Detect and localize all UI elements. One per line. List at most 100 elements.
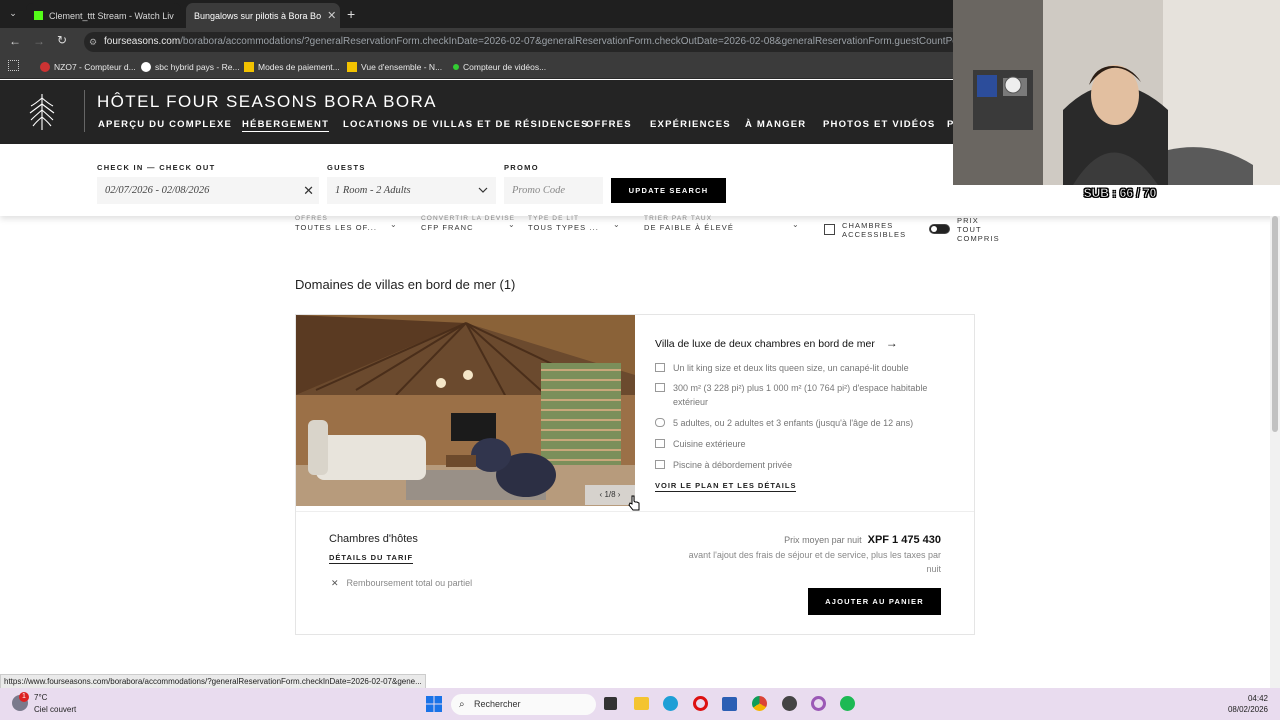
all-inclusive-price-toggle[interactable] (929, 224, 950, 234)
windows-start-icon[interactable] (426, 696, 442, 712)
forward-arrow-icon[interactable]: → (33, 34, 45, 48)
update-search-button[interactable]: UPDATE SEARCH (611, 178, 726, 203)
next-photo-icon[interactable]: › (618, 490, 621, 499)
tab-list-chevron-icon[interactable]: ⌄ (6, 8, 20, 20)
clock-date[interactable]: 08/02/2026 (1200, 705, 1268, 714)
price-label: Prix moyen par nuit (784, 535, 862, 545)
villa-title-link[interactable]: Villa de luxe de deux chambres en bord d… (655, 336, 898, 350)
bookmark-favicon-icon (347, 61, 357, 72)
filter-bed-type[interactable]: TYPE DE LIT TOUS TYPES ... (528, 214, 599, 232)
opera-icon[interactable] (693, 696, 708, 711)
weather-icon[interactable]: 1 (12, 692, 29, 711)
nav-experiences[interactable]: EXPÉRIENCES (650, 119, 731, 130)
address-bar[interactable]: ⚙ fourseasons.com/borabora/accommodation… (84, 32, 964, 52)
tab-close-icon[interactable]: ✕ (174, 9, 181, 22)
nav-locations-villas[interactable]: LOCATIONS DE VILLAS ET DE RÉSIDENCES (343, 119, 589, 130)
chevron-down-icon: ⌄ (792, 220, 799, 229)
notification-badge: 1 (19, 692, 29, 702)
label-line: PRIX (957, 216, 979, 225)
photo-counter-text: 1/8 (604, 490, 616, 499)
filter-currency[interactable]: CONVERTIR LA DEVISE CFP FRANC (421, 214, 515, 232)
feature-text: Cuisine extérieure (673, 439, 746, 449)
nav-apercu[interactable]: APERÇU DU COMPLEXE (98, 119, 232, 130)
label-line: ACCESSIBLES (842, 230, 907, 239)
filter-caption: CONVERTIR LA DEVISE (421, 215, 516, 222)
promo-code-input[interactable]: Promo Code (504, 177, 603, 204)
chevron-down-icon (478, 187, 488, 193)
promo-label: PROMO (504, 163, 539, 172)
scrollbar-thumb[interactable] (1272, 216, 1278, 432)
webcam-overlay (953, 0, 1280, 185)
app-icon[interactable] (811, 696, 826, 711)
bookmark-compteur[interactable]: Compteur de vidéos... (453, 58, 546, 75)
weather-condition: Ciel couvert (34, 705, 77, 714)
average-price: Prix moyen par nuit XPF 1 475 430 (660, 534, 941, 546)
new-tab-plus-icon[interactable]: + (347, 6, 355, 22)
hand-cursor-icon (628, 495, 640, 511)
price-value: XPF 1 475 430 (867, 534, 941, 546)
pool-icon (655, 460, 665, 469)
dates-field[interactable]: 02/07/2026 - 02/08/2026 ✕ (97, 177, 319, 204)
apps-grid-icon[interactable] (8, 60, 19, 71)
all-inclusive-price-label: PRIX TOUT COMPRIS (957, 216, 1000, 243)
bookmark-label: Modes de paiement... (258, 61, 340, 72)
chevron-down-icon: ⌄ (508, 220, 515, 229)
accessible-rooms-checkbox[interactable] (824, 224, 835, 235)
feature-text: 300 m² (3 228 pi²) plus 1 000 m² (10 764… (673, 383, 928, 407)
edge-icon[interactable] (663, 696, 678, 711)
hotel-name[interactable]: HÔTEL FOUR SEASONS BORA BORA (97, 92, 437, 112)
reload-icon[interactable]: ↻ (57, 33, 67, 47)
filter-caption: TYPE DE LIT (528, 215, 580, 222)
four-seasons-tree-logo-icon[interactable] (27, 92, 57, 132)
temperature: 7°C (34, 693, 48, 702)
bookmark-sbc[interactable]: sbc hybrid pays - Re... (141, 58, 240, 75)
tab-title: Clement_ttt Stream - Watch Liv (49, 10, 174, 21)
clear-dates-icon[interactable]: ✕ (303, 177, 314, 204)
header-divider (84, 90, 85, 132)
bookmark-label: sbc hybrid pays - Re... (155, 61, 240, 72)
taskbar-search[interactable]: ⌕ Rechercher (451, 694, 596, 715)
nav-hebergement[interactable]: HÉBERGEMENT (242, 119, 330, 132)
prev-photo-icon[interactable]: ‹ (600, 490, 603, 499)
rate-details-link[interactable]: DÉTAILS DU TARIF (329, 553, 414, 564)
bookmark-label: Vue d'ensemble - N... (361, 61, 443, 72)
store-icon[interactable] (722, 697, 737, 711)
file-explorer-icon[interactable] (634, 697, 649, 710)
nav-a-manger[interactable]: À MANGER (745, 119, 806, 130)
spotify-icon[interactable] (840, 696, 855, 711)
filter-value: TOUTES LES OF... (295, 223, 378, 232)
card-divider (296, 511, 974, 512)
feature-kitchen: Cuisine extérieure (655, 437, 955, 451)
tab-fourseasons[interactable]: Bungalows sur pilotis à Bora Bo ✕ (186, 3, 340, 28)
bed-icon (655, 363, 665, 372)
bookmark-paiement[interactable]: Modes de paiement... (244, 58, 340, 75)
bookmark-nzo7[interactable]: NZO7 - Compteur d... (40, 58, 136, 75)
guests-select[interactable]: 1 Room - 2 Adults (327, 177, 496, 204)
task-view-icon[interactable] (604, 697, 617, 710)
url-domain: fourseasons.com (104, 36, 181, 47)
feature-beds: Un lit king size et deux lits queen size… (655, 361, 955, 375)
dates-value: 02/07/2026 - 02/08/2026 (105, 185, 210, 196)
filter-sort[interactable]: TRIER PAR TAUX DE FAIBLE À ÉLEVÉ (644, 214, 734, 232)
search-icon: ⌕ (459, 699, 465, 710)
site-info-icon[interactable]: ⚙ (89, 32, 97, 52)
nav-offres[interactable]: OFFRES (586, 119, 632, 130)
feature-guests: 5 adultes, ou 2 adultes et 3 enfants (ju… (655, 416, 955, 430)
bookmark-vue[interactable]: Vue d'ensemble - N... (347, 58, 442, 75)
view-plan-link[interactable]: VOIR LE PLAN ET LES DÉTAILS (655, 481, 797, 492)
back-arrow-icon[interactable]: ← (9, 34, 21, 48)
tab-close-icon[interactable]: ✕ (321, 9, 336, 22)
filter-offers[interactable]: OFFRES TOUTES LES OF... (295, 214, 377, 232)
feature-area: 300 m² (3 228 pi²) plus 1 000 m² (10 764… (655, 381, 935, 409)
chrome-icon[interactable] (752, 696, 767, 711)
nav-photos-videos[interactable]: PHOTOS ET VIDÉOS (823, 119, 935, 130)
feature-text: Piscine à débordement privée (673, 460, 793, 470)
rate-name: Chambres d'hôtes (329, 533, 418, 545)
tab-twitch-stream[interactable]: Clement_ttt Stream - Watch Liv ✕ (26, 3, 181, 28)
clock-time[interactable]: 04:42 (1200, 694, 1268, 703)
app-icon[interactable] (782, 696, 797, 711)
search-placeholder: Rechercher (474, 699, 521, 709)
villa-photo[interactable] (296, 315, 635, 506)
add-to-cart-button[interactable]: AJOUTER AU PANIER (808, 588, 941, 615)
bookmark-favicon-icon (244, 61, 254, 72)
